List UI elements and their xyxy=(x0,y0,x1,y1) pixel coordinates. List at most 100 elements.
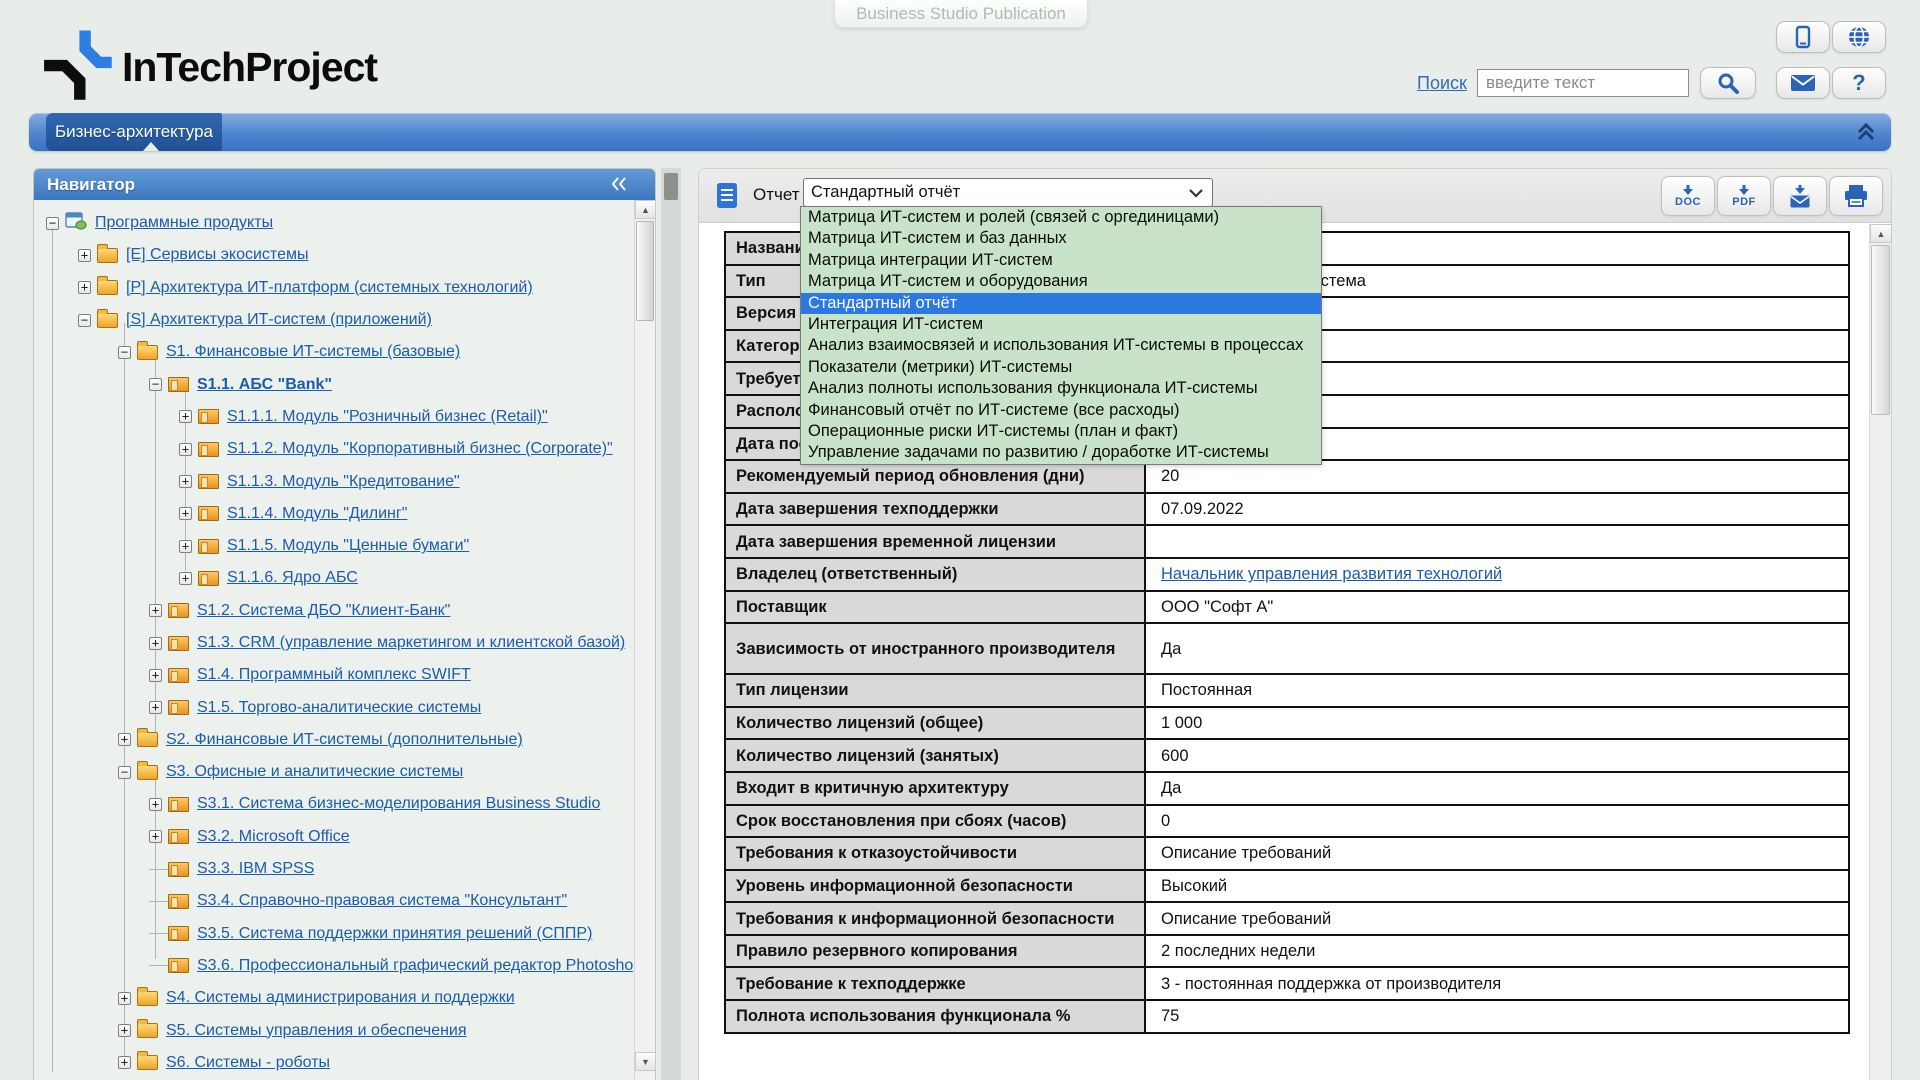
search-button[interactable] xyxy=(1700,67,1756,99)
export-pdf-button[interactable]: PDF xyxy=(1717,176,1771,216)
tree-item-label[interactable]: S1.1.4. Модуль "Дилинг" xyxy=(227,505,407,523)
help-button[interactable]: ? xyxy=(1832,67,1886,99)
row-value: 07.09.2022 xyxy=(1146,494,1848,525)
dropdown-option[interactable]: Анализ взаимосвязей и использования ИТ-с… xyxy=(801,335,1321,356)
tree-item-label[interactable]: S3.3. IBM SPSS xyxy=(197,860,314,878)
row-value-link[interactable]: Начальник управления развития технологий xyxy=(1146,559,1848,590)
dropdown-option[interactable]: Показатели (метрики) ИТ-системы xyxy=(801,357,1321,378)
dropdown-option[interactable]: Управление задачами по развитию / дорабо… xyxy=(801,442,1321,463)
dropdown-option[interactable]: Финансовый отчёт по ИТ-системе (все расх… xyxy=(801,400,1321,421)
dropdown-option-selected[interactable]: Стандартный отчёт xyxy=(801,293,1321,314)
tree-item-label[interactable]: S3.4. Справочно-правовая система "Консул… xyxy=(197,892,567,910)
collapse-node-icon[interactable]: − xyxy=(78,314,91,327)
collapse-node-icon[interactable]: − xyxy=(118,766,131,779)
tree-item-label[interactable]: S5. Системы управления и обеспечения xyxy=(166,1022,467,1040)
search-input[interactable] xyxy=(1477,69,1689,97)
splitter-scrollbar[interactable] xyxy=(661,168,681,1080)
row-label: Требование к техподдержке xyxy=(726,968,1146,999)
send-report-button[interactable] xyxy=(1773,176,1827,216)
tree-item-label[interactable]: S3. Офисные и аналитические системы xyxy=(166,763,463,781)
tree-item-label[interactable]: S1.5. Торгово-аналитические системы xyxy=(197,699,481,717)
table-row: Дата завершения временной лицензии xyxy=(726,526,1848,559)
dropdown-option[interactable]: Матрица ИТ-систем и ролей (связей с орге… xyxy=(801,207,1321,228)
row-value: 1 000 xyxy=(1146,708,1848,739)
language-button[interactable] xyxy=(1832,21,1886,53)
download-arrow-icon xyxy=(1794,185,1806,194)
expand-node-icon[interactable]: + xyxy=(149,830,162,843)
splitter-thumb[interactable] xyxy=(664,173,678,200)
tree-item-label[interactable]: S3.2. Microsoft Office xyxy=(197,828,350,846)
collapse-node-icon[interactable]: − xyxy=(149,378,162,391)
tree-item-label[interactable]: S1.1.5. Модуль "Ценные бумаги" xyxy=(227,537,469,555)
expand-node-icon[interactable]: + xyxy=(149,637,162,650)
expand-node-icon[interactable]: + xyxy=(78,281,91,294)
dropdown-option[interactable]: Матрица интеграции ИТ-систем xyxy=(801,250,1321,271)
tree-item-label[interactable]: [S] Архитектура ИТ-систем (приложений) xyxy=(126,311,432,329)
report-document-icon xyxy=(717,183,737,208)
dropdown-option[interactable]: Матрица ИТ-систем и оборудования xyxy=(801,271,1321,292)
dropdown-option[interactable]: Операционные риски ИТ-системы (план и фа… xyxy=(801,421,1321,442)
tree-item-label[interactable]: S1.2. Система ДБО "Клиент-Банк" xyxy=(197,602,450,620)
expand-node-icon[interactable]: + xyxy=(179,410,192,423)
mobile-version-button[interactable] xyxy=(1776,21,1830,53)
tree-item-label[interactable]: S3.6. Профессиональный графический редак… xyxy=(197,957,634,975)
tree-item-label[interactable]: S3.1. Система бизнес-моделирования Busin… xyxy=(197,795,600,813)
expand-node-icon[interactable]: + xyxy=(149,701,162,714)
scrollbar-thumb[interactable] xyxy=(1871,245,1890,415)
scroll-up-icon[interactable]: ▲ xyxy=(1870,224,1892,243)
collapse-node-icon[interactable]: − xyxy=(118,346,131,359)
expand-node-icon[interactable]: + xyxy=(149,798,162,811)
export-doc-button[interactable]: DOC xyxy=(1661,176,1715,216)
collapse-bar-icon[interactable] xyxy=(1855,121,1877,143)
expand-node-icon[interactable]: + xyxy=(118,733,131,746)
dropdown-option[interactable]: Анализ полноты использования функционала… xyxy=(801,378,1321,399)
expand-node-icon[interactable]: + xyxy=(118,992,131,1005)
expand-node-icon[interactable]: + xyxy=(149,604,162,617)
tree-item-label[interactable]: S1.1.3. Модуль "Кредитование" xyxy=(227,473,460,491)
tree-item-label[interactable]: S6. Системы - роботы xyxy=(166,1054,330,1072)
scroll-down-icon[interactable]: ▼ xyxy=(635,1052,656,1071)
expand-node-icon[interactable]: + xyxy=(179,507,192,520)
report-select[interactable]: Стандартный отчёт xyxy=(803,178,1213,207)
tree-item-label[interactable]: [P] Архитектура ИТ-платформ (системных т… xyxy=(126,279,533,297)
tree-item-label[interactable]: S2. Финансовые ИТ-системы (дополнительны… xyxy=(166,731,523,749)
expand-node-icon[interactable]: + xyxy=(179,443,192,456)
tree-item-label[interactable]: Программные продукты xyxy=(95,214,273,232)
intechproject-logo-icon xyxy=(38,26,114,102)
feedback-button[interactable] xyxy=(1776,67,1830,99)
tab-business-architecture[interactable]: Бизнес-архитектура xyxy=(46,113,222,151)
collapse-node-icon[interactable]: − xyxy=(46,217,59,230)
tree-item-label[interactable]: S3.5. Система поддержки принятия решений… xyxy=(197,925,592,943)
content-scrollbar[interactable]: ▲ xyxy=(1869,224,1891,1080)
collapse-navigator-icon[interactable] xyxy=(611,177,627,191)
tree-item-label[interactable]: S1. Финансовые ИТ-системы (базовые) xyxy=(166,343,460,361)
dropdown-option[interactable]: Матрица ИТ-систем и баз данных xyxy=(801,228,1321,249)
expand-node-icon[interactable]: + xyxy=(118,1024,131,1037)
scroll-up-icon[interactable]: ▲ xyxy=(635,200,656,219)
dropdown-option[interactable]: Интеграция ИТ-систем xyxy=(801,314,1321,335)
tree-item: S3.5. Система поддержки принятия решений… xyxy=(46,918,634,950)
expand-node-icon[interactable]: + xyxy=(149,669,162,682)
tree-connector xyxy=(149,933,168,934)
tree-item-label[interactable]: S1.1.2. Модуль "Корпоративный бизнес (Co… xyxy=(227,440,613,458)
print-button[interactable] xyxy=(1829,176,1883,216)
folder-icon xyxy=(137,1055,158,1070)
tree-item-label[interactable]: S1.3. CRM (управление маркетингом и клие… xyxy=(197,634,625,652)
expand-node-icon[interactable]: + xyxy=(118,1056,131,1069)
row-value: 20 xyxy=(1146,461,1848,492)
tree-item-label[interactable]: S1.4. Программный комплекс SWIFT xyxy=(197,666,471,684)
scrollbar-thumb[interactable] xyxy=(636,221,654,321)
expand-node-icon[interactable]: + xyxy=(179,572,192,585)
folder-icon xyxy=(137,732,158,747)
tree-item-label[interactable]: S1.1.1. Модуль "Розничный бизнес (Retail… xyxy=(227,408,548,426)
tree-item-label[interactable]: S1.1.6. Ядро АБС xyxy=(227,569,358,587)
navigator-scrollbar[interactable]: ▲ ▼ xyxy=(634,200,655,1080)
expand-node-icon[interactable]: + xyxy=(78,249,91,262)
tree-item-label[interactable]: S4. Системы администрирования и поддержк… xyxy=(166,989,515,1007)
expand-node-icon[interactable]: + xyxy=(179,475,192,488)
row-label: Срок восстановления при сбоях (часов) xyxy=(726,806,1146,837)
expand-node-icon[interactable]: + xyxy=(179,540,192,553)
tree-item-label[interactable]: [E] Сервисы экосистемы xyxy=(126,246,308,264)
tree-item-label[interactable]: S1.1. АБС "Bank" xyxy=(197,376,332,394)
search-link[interactable]: Поиск xyxy=(1417,73,1467,94)
